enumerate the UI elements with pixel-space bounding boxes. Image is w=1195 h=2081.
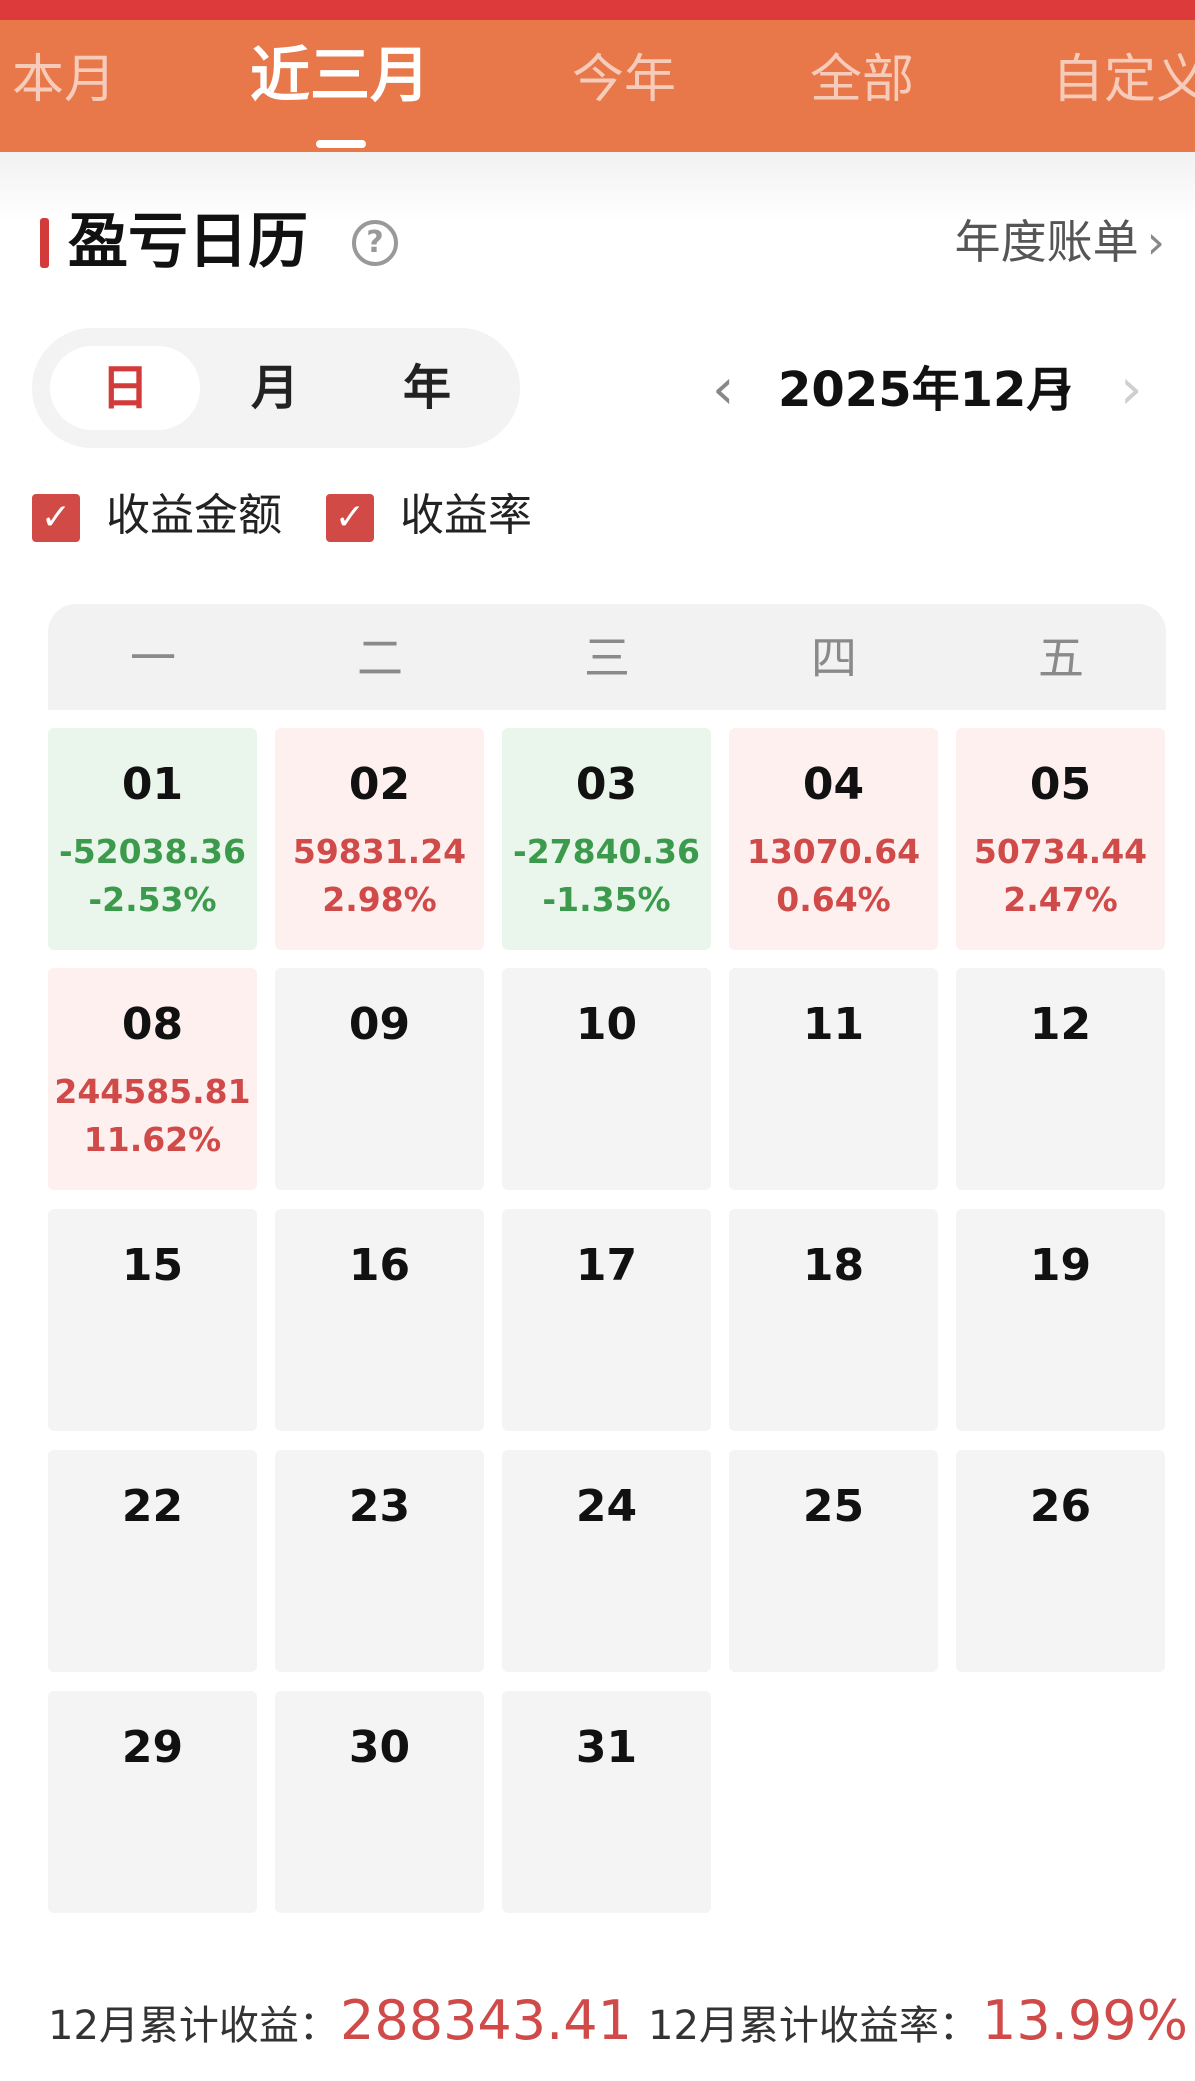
calendar-day-cell[interactable]: 15 [48,1209,257,1431]
calendar-day-number: 26 [1029,1481,1092,1532]
month-selector[interactable]: 2025年12月 [778,358,1074,422]
chevron-right-icon[interactable]: › [1120,358,1142,422]
calendar-day-cell[interactable]: 01 -52038.36 -2.53% [48,728,257,950]
calendar-day-number: 19 [1029,1240,1092,1291]
calendar-day-cell[interactable]: 12 [956,968,1165,1190]
calendar-day-cell[interactable]: 02 59831.24 2.98% [275,728,484,950]
calendar-day-cell[interactable]: 18 [729,1209,938,1431]
monthly-rate-label: 12月累计收益率： [648,2003,979,2049]
tab-all[interactable]: 全部 [810,50,914,110]
calendar-day-rate: 2.98% [322,880,437,919]
weekday-thu: 四 [811,631,857,685]
calendar-day-amount: 244585.81 [54,1072,251,1111]
weekday-tue: 二 [357,631,403,685]
calendar-day-rate: 11.62% [83,1120,222,1159]
annual-statement-link[interactable]: 年度账单 › [955,212,1165,272]
calendar-day-cell[interactable]: 23 [275,1450,484,1672]
calendar-day-number: 05 [1029,759,1092,810]
calendar-day-cell[interactable]: 17 [502,1209,711,1431]
calendar-day-cell[interactable]: 08 244585.81 11.62% [48,968,257,1190]
calendar-day-number: 22 [121,1481,184,1532]
calendar-day-number: 02 [348,759,411,810]
calendar-day-cell[interactable]: 19 [956,1209,1165,1431]
chevron-right-icon: › [1146,215,1165,269]
calendar-day-number: 09 [348,999,411,1050]
calendar-day-cell[interactable]: 22 [48,1450,257,1672]
calendar-day-amount: -52038.36 [59,832,246,871]
tab-last-three-months[interactable]: 近三月 [250,46,430,106]
calendar-day-number: 29 [121,1722,184,1773]
calendar-day-cell[interactable]: 10 [502,968,711,1190]
calendar-day-number: 15 [121,1240,184,1291]
calendar-day-number: 12 [1029,999,1092,1050]
weekday-fri: 五 [1038,631,1084,685]
calendar-day-number: 10 [575,999,638,1050]
weekday-mon: 一 [130,631,176,685]
calendar-day-cell[interactable]: 05 50734.44 2.47% [956,728,1165,950]
calendar-day-rate: -2.53% [88,880,217,919]
weekday-header: 一 二 三 四 五 [48,604,1166,710]
monthly-income-label: 12月累计收益： [48,2003,339,2049]
calendar-day-rate: 2.47% [1003,880,1118,919]
calendar-day-number: 23 [348,1481,411,1532]
calendar-day-number: 16 [348,1240,411,1291]
weekday-wed: 三 [584,631,630,685]
calendar-day-cell[interactable]: 04 13070.64 0.64% [729,728,938,950]
section-accent-bar [40,218,49,268]
calendar-day-number: 01 [121,759,184,810]
calendar-day-number: 31 [575,1722,638,1773]
calendar-day-amount: 13070.64 [746,832,921,871]
calendar-day-number: 08 [121,999,184,1050]
view-mode-month[interactable]: 月 [200,346,350,430]
view-mode-day[interactable]: 日 [50,346,200,430]
chevron-left-icon[interactable]: ‹ [712,358,734,422]
calendar-day-amount: 50734.44 [973,832,1148,871]
calendar-day-cell[interactable]: 03 -27840.36 -1.35% [502,728,711,950]
calendar-day-cell[interactable]: 09 [275,968,484,1190]
calendar-day-amount: -27840.36 [513,832,700,871]
calendar-day-cell[interactable]: 26 [956,1450,1165,1672]
calendar-day-number: 04 [802,759,865,810]
section-title: 盈亏日历 [68,207,308,277]
calendar-day-cell[interactable]: 29 [48,1691,257,1913]
calendar-day-number: 24 [575,1481,638,1532]
calendar-day-cell[interactable]: 16 [275,1209,484,1431]
calendar-day-cell[interactable]: 31 [502,1691,711,1913]
view-mode-year[interactable]: 年 [352,346,502,430]
checkbox-income-rate-label: 收益率 [400,490,532,541]
calendar-day-number: 18 [802,1240,865,1291]
monthly-rate-value: 13.99% [982,1989,1188,2052]
calendar-day-number: 30 [348,1722,411,1773]
top-status-strip [0,0,1195,20]
tab-this-month[interactable]: 本月 [12,50,116,110]
calendar-day-number: 03 [575,759,638,810]
calendar-day-rate: 0.64% [776,880,891,919]
tab-custom[interactable]: 自定义 [1052,50,1195,110]
calendar-day-rate: -1.35% [542,880,671,919]
calendar-day-cell[interactable]: 24 [502,1450,711,1672]
period-tab-bar: 本月 近三月 今年 全部 自定义 [0,20,1195,152]
monthly-income-value: 288343.41 [340,1989,633,2052]
caret-down-icon[interactable]: ▾ [1056,372,1071,412]
calendar-day-cell[interactable]: 25 [729,1450,938,1672]
calendar-day-number: 25 [802,1481,865,1532]
checkbox-income-rate[interactable]: ✓ [326,494,374,542]
checkbox-income-amount[interactable]: ✓ [32,494,80,542]
calendar-day-cell[interactable]: 30 [275,1691,484,1913]
checkbox-income-amount-label: 收益金额 [106,490,282,541]
calendar-day-amount: 59831.24 [292,832,467,871]
annual-statement-label: 年度账单 [954,215,1139,269]
active-tab-indicator [316,140,366,148]
calendar-day-number: 11 [802,999,865,1050]
calendar-day-number: 17 [575,1240,638,1291]
tab-this-year[interactable]: 今年 [572,50,676,110]
view-mode-segmented-control: 日 月 年 [32,328,520,448]
calendar-day-cell[interactable]: 11 [729,968,938,1190]
question-circle-icon[interactable]: ? [352,220,398,266]
